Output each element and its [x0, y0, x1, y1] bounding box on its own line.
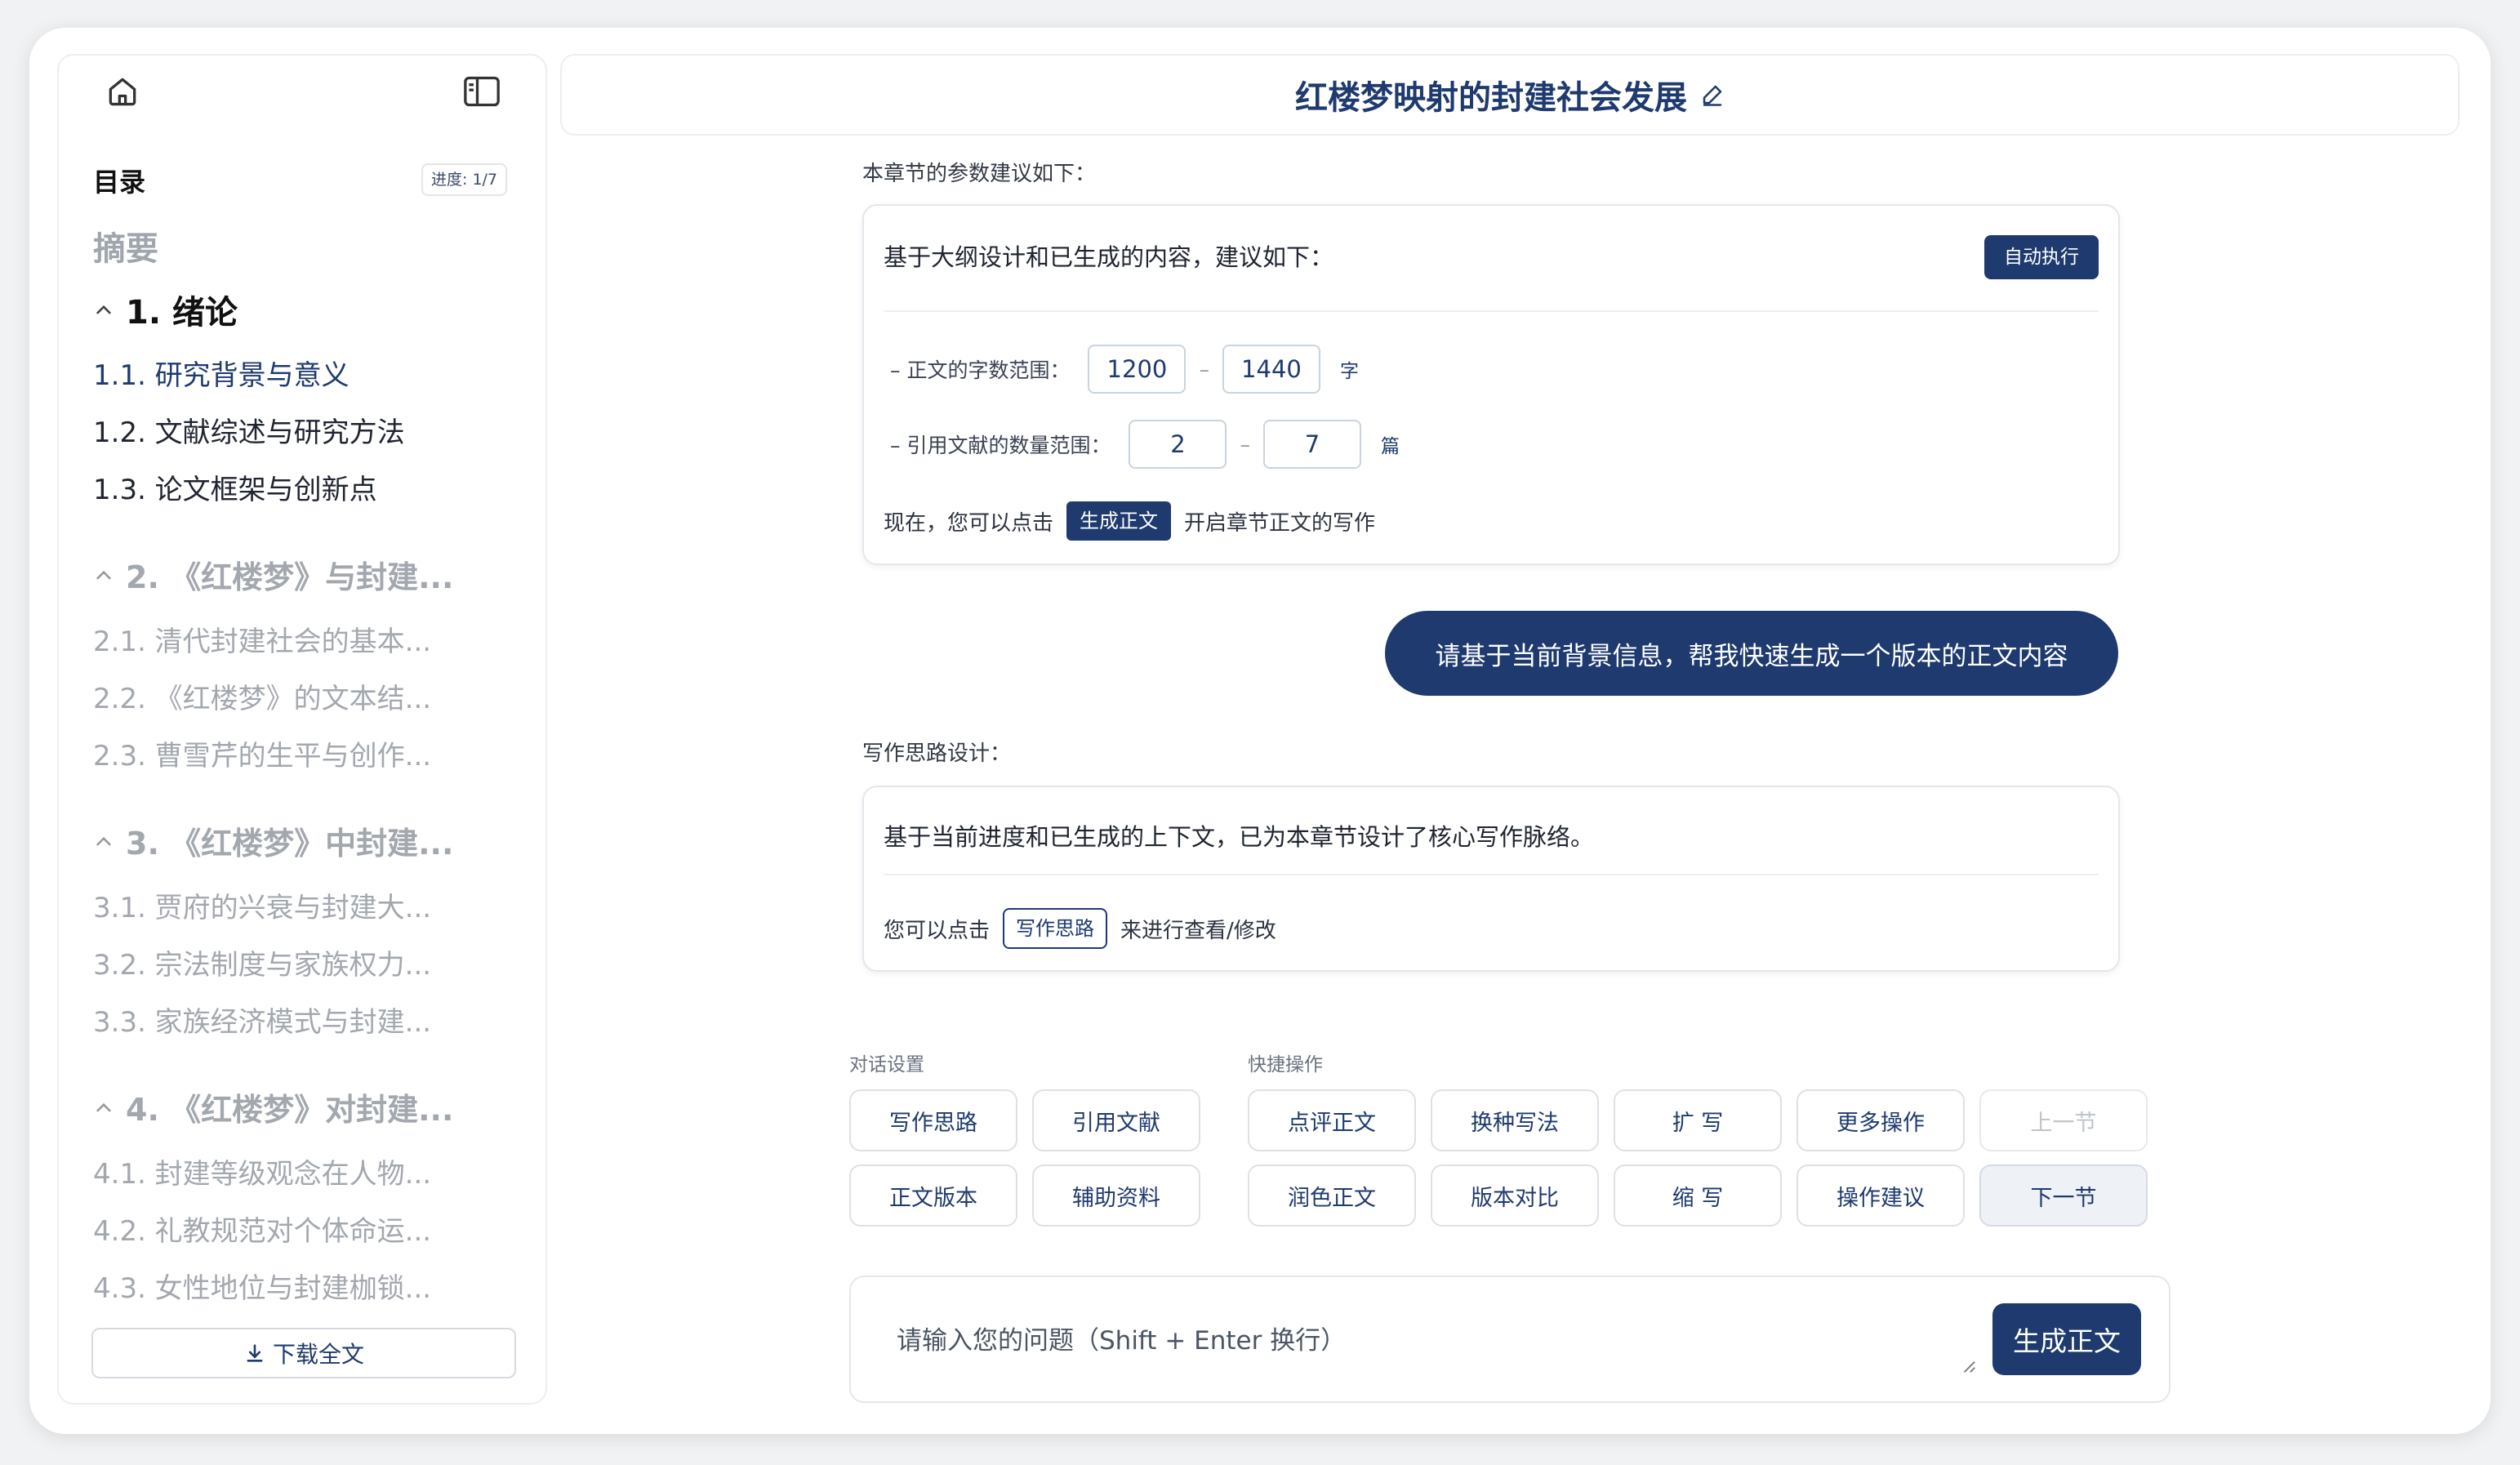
download-label: 下载全文 — [272, 1341, 364, 1368]
references-button[interactable]: 引用文献 — [1032, 1089, 1200, 1151]
toc-section-4-2[interactable]: 4.2. 礼教规范对个体命运... — [93, 1209, 431, 1249]
polish-body-button[interactable]: 润色正文 — [1248, 1164, 1416, 1227]
toc-title: 目录 — [93, 167, 146, 198]
toc-chapter-4[interactable]: 4. 《红楼梦》对封建... — [93, 1084, 453, 1129]
prompt-text-before: 现在，您可以点击 — [884, 510, 1054, 536]
home-icon[interactable] — [105, 73, 140, 109]
expand-button[interactable]: 扩 写 — [1614, 1089, 1782, 1151]
toc-chapter-1[interactable]: 1. 绪论 — [93, 286, 238, 333]
ref-max-input[interactable]: 7 — [1262, 420, 1361, 469]
document-header: 红楼梦映射的封建社会发展 — [560, 54, 2460, 136]
toc-chapter-label: 4. 《红楼梦》对封建... — [126, 1092, 454, 1128]
generate-body-inline-button[interactable]: 生成正文 — [1066, 501, 1172, 541]
thinking-text: 基于当前进度和已生成的上下文，已为本章节设计了核心写作脉络。 — [884, 823, 1595, 851]
toc-section-2-1[interactable]: 2.1. 清代封建社会的基本... — [93, 619, 431, 659]
prompt-text-after: 来进行查看/修改 — [1120, 918, 1276, 943]
ref-unit: 篇 — [1380, 436, 1400, 457]
param-intro-text: 基于大纲设计和已生成的内容，建议如下： — [884, 243, 1334, 271]
sidebar-toggle-icon[interactable] — [462, 73, 501, 109]
word-range-row: – 正文的字数范围： 1200 – 1440 字 — [890, 345, 1359, 394]
document-title: 红楼梦映射的封建社会发展 — [1295, 79, 1687, 117]
param-suggestion-card: 基于大纲设计和已生成的内容，建议如下： 自动执行 – 正文的字数范围： 1200… — [862, 204, 2120, 565]
toc-section-2-3[interactable]: 2.3. 曹雪芹的生平与创作... — [93, 733, 431, 773]
thinking-card: 基于当前进度和已生成的上下文，已为本章节设计了核心写作脉络。 您可以点击 写作思… — [862, 786, 2120, 972]
question-input[interactable]: 请输入您的问题（Shift + Enter 换行） — [897, 1320, 1346, 1356]
aux-materials-button[interactable]: 辅助资料 — [1032, 1164, 1200, 1227]
card-divider — [884, 874, 2099, 875]
next-section-button[interactable]: 下一节 — [1979, 1164, 2148, 1227]
chevron-up-icon — [96, 836, 112, 846]
ref-range-row: – 引用文献的数量范围： 2 – 7 篇 — [890, 420, 1400, 469]
rewrite-style-button[interactable]: 换种写法 — [1431, 1089, 1599, 1151]
ref-range-label: – 引用文献的数量范围： — [890, 434, 1111, 457]
toc-section-1-1[interactable]: 1.1. 研究背景与意义 — [93, 353, 350, 393]
generate-prompt-row: 现在，您可以点击 生成正文 开启章节正文的写作 — [884, 501, 1375, 541]
more-actions-button[interactable]: 更多操作 — [1797, 1089, 1965, 1151]
action-suggestions-button[interactable]: 操作建议 — [1797, 1164, 1965, 1227]
toc-chapter-label: 1. 绪论 — [126, 294, 238, 332]
thinking-prompt-row: 您可以点击 写作思路 来进行查看/修改 — [884, 908, 1276, 949]
user-message-bubble: 请基于当前背景信息，帮我快速生成一个版本的正文内容 — [1385, 611, 2118, 696]
quick-ops-label: 快捷操作 — [1248, 1054, 1323, 1075]
toc-section-3-2[interactable]: 3.2. 宗法制度与家族权力... — [93, 942, 431, 982]
toc-section-2-2[interactable]: 2.2. 《红楼梦》的文本结... — [93, 676, 431, 716]
range-dash: – — [1240, 432, 1250, 456]
auto-execute-button[interactable]: 自动执行 — [1984, 235, 2099, 279]
toc-section-3-3[interactable]: 3.3. 家族经济模式与封建... — [93, 1000, 431, 1040]
param-section-label: 本章节的参数建议如下： — [862, 162, 1097, 186]
word-min-input[interactable]: 1200 — [1088, 345, 1187, 394]
chevron-up-icon — [96, 305, 112, 314]
card-divider — [884, 310, 2099, 312]
toc-chapter-3[interactable]: 3. 《红楼梦》中封建... — [93, 818, 453, 863]
sidebar: 目录 进度: 1/7 摘要 1. 绪论 1.1. 研究背景与意义 1.2. 文献… — [57, 54, 547, 1405]
resize-handle-icon[interactable] — [1961, 1359, 1976, 1374]
chevron-up-icon — [96, 570, 112, 580]
version-compare-button[interactable]: 版本对比 — [1431, 1164, 1599, 1227]
body-versions-button[interactable]: 正文版本 — [849, 1164, 1017, 1227]
generate-body-button[interactable]: 生成正文 — [1992, 1303, 2141, 1375]
progress-badge: 进度: 1/7 — [421, 163, 508, 196]
toc-chapter-2[interactable]: 2. 《红楼梦》与封建... — [93, 552, 453, 597]
writing-idea-inline-button[interactable]: 写作思路 — [1003, 908, 1108, 949]
question-input-box[interactable]: 请输入您的问题（Shift + Enter 换行） 生成正文 — [849, 1276, 2170, 1403]
review-body-button[interactable]: 点评正文 — [1248, 1089, 1416, 1151]
toc-section-1-3[interactable]: 1.3. 论文框架与创新点 — [93, 467, 377, 507]
toc-chapter-label: 2. 《红楼梦》与封建... — [126, 559, 454, 595]
toc-chapter-label: 3. 《红楼梦》中封建... — [126, 826, 454, 862]
prompt-text-after: 开启章节正文的写作 — [1184, 510, 1376, 536]
prompt-text-before: 您可以点击 — [884, 918, 991, 943]
toc-section-3-1[interactable]: 3.1. 贾府的兴衰与封建大... — [93, 885, 431, 925]
writing-idea-button[interactable]: 写作思路 — [849, 1089, 1017, 1151]
toc-section-1-2[interactable]: 1.2. 文献综述与研究方法 — [93, 410, 405, 450]
ref-min-input[interactable]: 2 — [1129, 420, 1227, 469]
toc-section-4-3[interactable]: 4.3. 女性地位与封建枷锁... — [93, 1266, 431, 1306]
download-full-button[interactable]: 下载全文 — [91, 1328, 516, 1378]
edit-title-icon[interactable] — [1700, 82, 1725, 107]
word-unit: 字 — [1339, 361, 1359, 382]
word-max-input[interactable]: 1440 — [1222, 345, 1320, 394]
prev-section-button[interactable]: 上一节 — [1979, 1089, 2148, 1151]
range-dash: – — [1199, 357, 1209, 381]
download-icon — [247, 1344, 263, 1362]
thinking-section-label: 写作思路设计： — [862, 741, 1012, 766]
chevron-up-icon — [96, 1102, 112, 1112]
shorten-button[interactable]: 缩 写 — [1614, 1164, 1782, 1227]
toc-abstract[interactable]: 摘要 — [93, 222, 158, 269]
word-range-label: – 正文的字数范围： — [890, 358, 1071, 382]
dialog-settings-label: 对话设置 — [849, 1054, 924, 1075]
toc-list[interactable]: 摘要 1. 绪论 1.1. 研究背景与意义 1.2. 文献综述与研究方法 1.3… — [93, 222, 526, 1339]
toc-section-4-1[interactable]: 4.1. 封建等级观念在人物... — [93, 1151, 431, 1191]
